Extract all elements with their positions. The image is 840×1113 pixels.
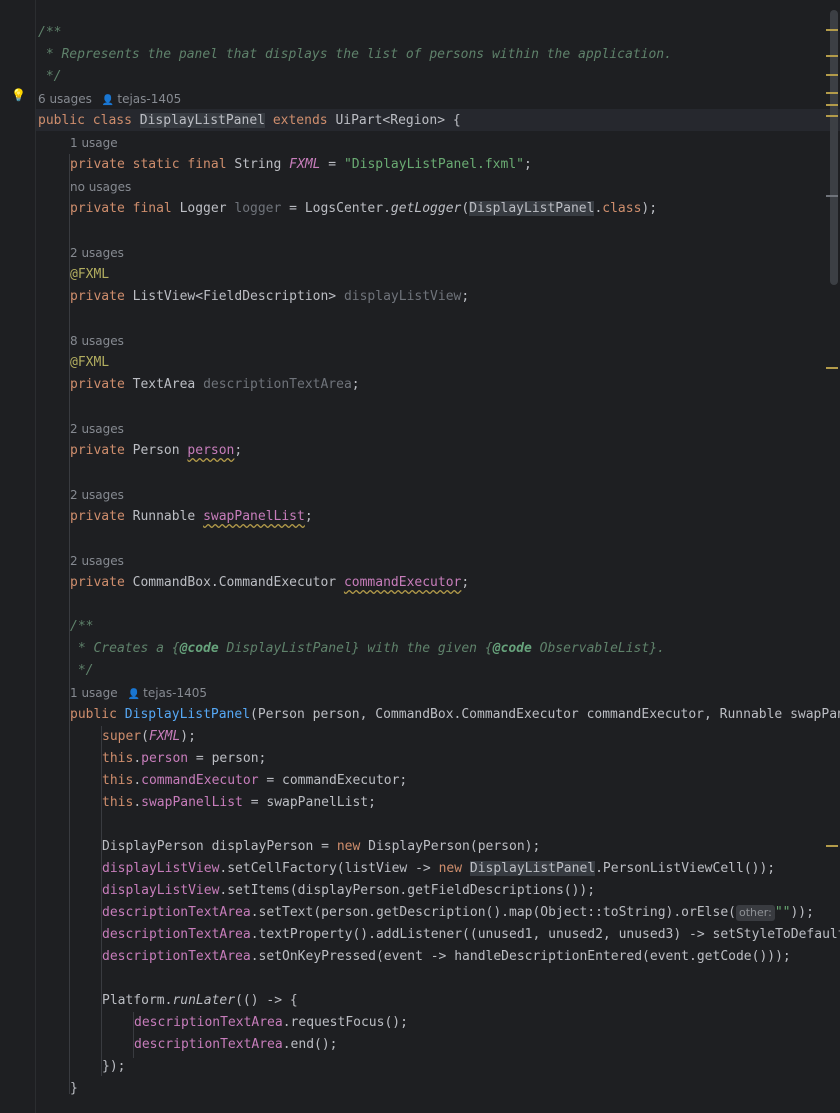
annotation: @FXML (70, 267, 110, 282)
class-name[interactable]: DisplayListPanel (139, 113, 265, 128)
code-line: descriptionTextArea.setOnKeyPressed(even… (102, 949, 791, 964)
code-line: descriptionTextArea.end(); (134, 1037, 338, 1052)
code-line: private CommandBox.CommandExecutor comma… (70, 575, 470, 590)
parameter-hint: other: (735, 905, 775, 921)
warning-marker[interactable] (826, 92, 838, 94)
usage-hint[interactable]: 2 usages (70, 484, 124, 506)
code-line: descriptionTextArea.textProperty().addLi… (102, 927, 840, 942)
code-line: */ (70, 663, 94, 678)
code-line: * Represents the panel that displays the… (38, 47, 672, 62)
code-editor[interactable]: /** * Represents the panel that displays… (36, 0, 840, 1113)
code-line: private static final String FXML = "Disp… (70, 157, 532, 172)
usage-hint[interactable]: 1 usage 👤 tejas-1405 (70, 682, 207, 704)
keyword: public (38, 113, 85, 128)
super-type: UiPart<Region> { (335, 113, 461, 128)
constructor-declaration: public DisplayListPanel(Person person, C… (70, 707, 840, 722)
code-line: displayListView.setItems(displayPerson.g… (102, 883, 596, 898)
warning-marker[interactable] (826, 115, 838, 117)
keyword: extends (272, 113, 328, 128)
code-line: super(FXML); (102, 729, 196, 744)
warning-marker[interactable] (826, 104, 838, 106)
usage-hint[interactable]: 6 usages 👤 tejas-1405 (38, 88, 181, 110)
scrollbar-thumb[interactable] (830, 10, 838, 285)
code-line: DisplayPerson displayPerson = new Displa… (102, 839, 541, 854)
code-line: } (70, 1081, 78, 1096)
code-line: private final Logger logger = LogsCenter… (70, 201, 658, 216)
annotation: @FXML (70, 355, 110, 370)
line-gutter (0, 0, 35, 1113)
code-line: private Runnable swapPanelList; (70, 509, 313, 524)
usages-link[interactable]: 6 usages (38, 92, 92, 106)
unused-marker[interactable] (826, 195, 838, 197)
lightbulb-icon[interactable]: 💡 (11, 88, 26, 102)
warning-marker[interactable] (826, 29, 838, 31)
code-line: private TextArea descriptionTextArea; (70, 377, 360, 392)
usage-hint[interactable]: 1 usage (70, 132, 118, 154)
code-line: displayListView.setCellFactory(listView … (102, 861, 776, 876)
vertical-scrollbar[interactable] (826, 0, 840, 1113)
code-line: private Person person; (70, 443, 243, 458)
usage-hint[interactable]: 2 usages (70, 418, 124, 440)
warning-marker[interactable] (826, 55, 838, 57)
usage-hint[interactable]: no usages (70, 176, 131, 198)
code-line: descriptionTextArea.setText(person.getDe… (102, 905, 814, 921)
author-link[interactable]: tejas-1405 (143, 686, 207, 700)
warning-marker[interactable] (826, 74, 838, 76)
code-line: /** (38, 25, 62, 40)
code-line: descriptionTextArea.requestFocus(); (134, 1015, 408, 1030)
class-declaration: public class DisplayListPanel extends Ui… (38, 110, 461, 132)
author-link[interactable]: tejas-1405 (117, 92, 181, 106)
code-line: Platform.runLater(() -> { (102, 993, 298, 1008)
usage-hint[interactable]: 8 usages (70, 330, 124, 352)
usage-hint[interactable]: 2 usages (70, 550, 124, 572)
warning-marker[interactable] (826, 845, 838, 847)
usages-link[interactable]: 1 usage (70, 686, 118, 700)
code-line: private ListView<FieldDescription> displ… (70, 289, 470, 304)
code-line: /** (70, 619, 94, 634)
code-line: this.person = person; (102, 751, 267, 766)
code-line: this.swapPanelList = swapPanelList; (102, 795, 376, 810)
code-line: }); (102, 1059, 126, 1074)
code-line: this.commandExecutor = commandExecutor; (102, 773, 408, 788)
usage-hint[interactable]: 2 usages (70, 242, 124, 264)
warning-marker[interactable] (826, 367, 838, 369)
code-line: * Creates a {@code DisplayListPanel} wit… (70, 641, 665, 656)
code-line: */ (38, 69, 62, 84)
author-icon: 👤 (127, 689, 141, 700)
keyword: class (92, 113, 132, 128)
author-icon: 👤 (101, 95, 115, 106)
